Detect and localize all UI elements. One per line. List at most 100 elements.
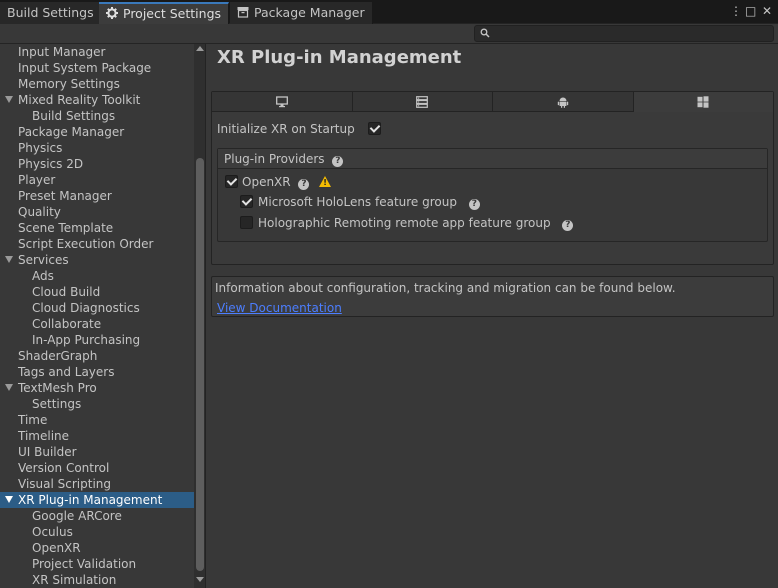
- sidebar-item-timeline[interactable]: Timeline: [0, 428, 194, 444]
- sidebar-item-services[interactable]: Services: [0, 252, 194, 268]
- scroll-up-icon[interactable]: [196, 46, 204, 51]
- foldout-arrow-icon[interactable]: [5, 496, 13, 503]
- sidebar-item-google-arcore[interactable]: Google ARCore: [0, 508, 194, 524]
- sidebar-item-player[interactable]: Player: [0, 172, 194, 188]
- sidebar-item-xr-plug-in-management[interactable]: XR Plug-in Management: [0, 492, 194, 508]
- tab-package-manager[interactable]: Package Manager: [230, 2, 373, 24]
- sidebar-item-label: Collaborate: [32, 317, 102, 331]
- sidebar-item-build-settings[interactable]: Build Settings: [0, 108, 194, 124]
- settings-toolbar: [0, 24, 778, 44]
- sidebar-item-label: Cloud Diagnostics: [32, 301, 140, 315]
- gear-icon: [106, 7, 118, 19]
- foldout-arrow-icon[interactable]: [5, 256, 13, 263]
- sidebar-item-oculus[interactable]: Oculus: [0, 524, 194, 540]
- sidebar-item-collaborate[interactable]: Collaborate: [0, 316, 194, 332]
- sidebar-scrollbar[interactable]: [194, 44, 205, 588]
- server-icon: [416, 96, 429, 108]
- sidebar-item-label: Ads: [32, 269, 54, 283]
- sidebar-item-label: Time: [18, 413, 48, 427]
- sidebar-item-label: Oculus: [32, 525, 73, 539]
- sidebar-item-label: Player: [18, 173, 56, 187]
- provider-openxr-checkbox[interactable]: [225, 175, 238, 188]
- foldout-arrow-icon[interactable]: [5, 384, 13, 391]
- scrollbar-thumb[interactable]: [196, 158, 204, 571]
- sidebar-item-package-manager[interactable]: Package Manager: [0, 124, 194, 140]
- sidebar-item-label: Script Execution Order: [18, 237, 154, 251]
- android-icon: [557, 97, 568, 108]
- tab-label: Project Settings: [123, 6, 222, 21]
- sidebar-item-label: XR Plug-in Management: [18, 493, 163, 507]
- settings-main-panel: XR Plug-in Management Initialize XR on S…: [207, 44, 778, 588]
- sidebar-item-memory-settings[interactable]: Memory Settings: [0, 76, 194, 92]
- sidebar-item-physics[interactable]: Physics: [0, 140, 194, 156]
- sidebar-item-time[interactable]: Time: [0, 412, 194, 428]
- maximize-icon[interactable]: □: [745, 4, 756, 18]
- view-documentation-link[interactable]: View Documentation: [217, 300, 342, 316]
- sidebar-item-version-control[interactable]: Version Control: [0, 460, 194, 476]
- help-icon[interactable]: ?: [332, 156, 344, 167]
- provider-hololens-checkbox[interactable]: [240, 195, 253, 208]
- sidebar-item-visual-scripting[interactable]: Visual Scripting: [0, 476, 194, 492]
- help-icon[interactable]: ?: [298, 179, 310, 190]
- search-icon: [480, 28, 490, 38]
- help-icon[interactable]: ?: [468, 199, 480, 210]
- sidebar-item-ui-builder[interactable]: UI Builder: [0, 444, 194, 460]
- tab-label: Package Manager: [254, 5, 365, 20]
- sidebar-item-cloud-diagnostics[interactable]: Cloud Diagnostics: [0, 300, 194, 316]
- more-options-icon[interactable]: ⋮: [730, 4, 742, 18]
- plugin-providers-group: Plug-in Providers ? OpenXR ? ! Microsoft…: [217, 148, 768, 242]
- info-box: Information about configuration, trackin…: [211, 276, 774, 317]
- page-title: XR Plug-in Management: [217, 47, 462, 68]
- sidebar-item-textmesh-pro[interactable]: TextMesh Pro: [0, 380, 194, 396]
- sidebar-item-settings[interactable]: Settings: [0, 396, 194, 412]
- sidebar-item-quality[interactable]: Quality: [0, 204, 194, 220]
- sidebar-item-cloud-build[interactable]: Cloud Build: [0, 284, 194, 300]
- sidebar-item-label: In-App Purchasing: [32, 333, 141, 347]
- warning-icon[interactable]: !: [319, 176, 332, 187]
- settings-tree: Input Manager Input System Package Memory …: [0, 44, 194, 588]
- close-icon[interactable]: ✕: [762, 4, 772, 18]
- sidebar-item-shadergraph[interactable]: ShaderGraph: [0, 348, 194, 364]
- platform-settings-box: Initialize XR on Startup Plug-in Provide…: [211, 91, 774, 265]
- sidebar-item-label: Project Validation: [32, 557, 137, 571]
- init-xr-on-startup-row: Initialize XR on Startup: [217, 121, 381, 137]
- sidebar-item-script-execution-order[interactable]: Script Execution Order: [0, 236, 194, 252]
- sidebar-item-label: Physics: [18, 141, 63, 155]
- sidebar-item-openxr[interactable]: OpenXR: [0, 540, 194, 556]
- sidebar-item-label: Version Control: [18, 461, 110, 475]
- sidebar-item-ads[interactable]: Ads: [0, 268, 194, 284]
- sidebar-item-tags-and-layers[interactable]: Tags and Layers: [0, 364, 194, 380]
- tab-android[interactable]: [493, 92, 634, 112]
- sidebar-item-input-manager[interactable]: Input Manager: [0, 44, 194, 60]
- monitor-icon: [275, 96, 288, 108]
- sidebar-item-in-app-purchasing[interactable]: In-App Purchasing: [0, 332, 194, 348]
- tab-project-settings[interactable]: Project Settings: [99, 2, 230, 24]
- tab-dedicated-server[interactable]: [352, 92, 493, 112]
- sidebar-item-label: Package Manager: [18, 125, 125, 139]
- sidebar-item-scene-template[interactable]: Scene Template: [0, 220, 194, 236]
- sidebar-item-label: Quality: [18, 205, 61, 219]
- sidebar-item-label: Tags and Layers: [18, 365, 115, 379]
- init-xr-checkbox[interactable]: [368, 122, 381, 135]
- sidebar-item-label: Input Manager: [18, 45, 106, 59]
- tab-label: Build Settings: [7, 5, 94, 20]
- foldout-arrow-icon[interactable]: [5, 96, 13, 103]
- sidebar-item-preset-manager[interactable]: Preset Manager: [0, 188, 194, 204]
- sidebar-item-xr-simulation[interactable]: XR Simulation: [0, 572, 194, 588]
- editor-tab-bar: Build Settings Project Settings Package …: [0, 0, 778, 24]
- help-icon[interactable]: ?: [562, 220, 574, 231]
- provider-holographic-remoting-checkbox[interactable]: [240, 216, 253, 229]
- sidebar-item-project-validation[interactable]: Project Validation: [0, 556, 194, 572]
- tab-build-settings[interactable]: Build Settings: [0, 2, 102, 24]
- sidebar-item-input-system-package[interactable]: Input System Package: [0, 60, 194, 76]
- sidebar-item-label: Visual Scripting: [18, 477, 111, 491]
- scroll-down-icon[interactable]: [196, 577, 204, 582]
- sidebar-item-mixed-reality-toolkit[interactable]: Mixed Reality Toolkit: [0, 92, 194, 108]
- sidebar-item-physics-2d[interactable]: Physics 2D: [0, 156, 194, 172]
- plugin-providers-title: Plug-in Providers: [224, 152, 325, 166]
- windows-icon: [697, 96, 709, 108]
- search-input[interactable]: [474, 25, 774, 42]
- sidebar-item-label: Preset Manager: [18, 189, 112, 203]
- tab-windows[interactable]: [633, 92, 773, 112]
- tab-standalone[interactable]: [212, 92, 353, 112]
